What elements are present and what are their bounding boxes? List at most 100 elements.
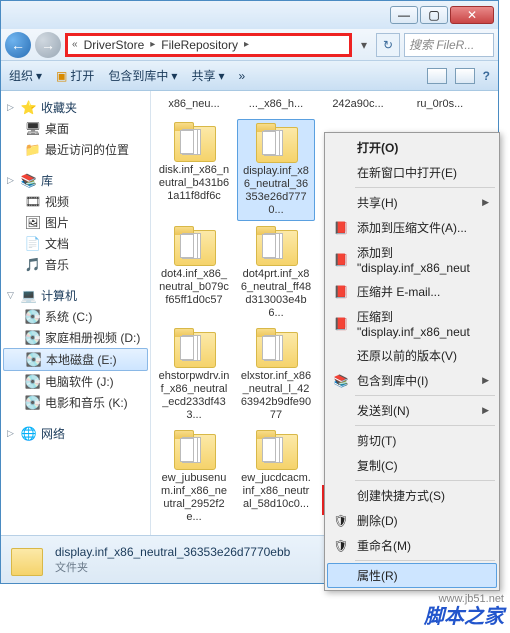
- context-menu-item[interactable]: 🛡 删除(D): [327, 508, 497, 533]
- breadcrumb-box[interactable]: « DriverStore ▸ FileRepository ▸: [65, 33, 352, 57]
- folder-label: ehstorpwdrv.inf_x86_neutral_ecd233df433.…: [158, 370, 230, 422]
- context-menu-item[interactable]: 在新窗口中打开(E): [327, 160, 497, 185]
- folder-item[interactable]: x86_neu...: [155, 95, 233, 115]
- folder-item[interactable]: dot4.inf_x86_neutral_b079cf65ff1d0c57: [155, 223, 233, 323]
- toolbar: 组织 ▾ ▣ 打开 包含到库中 ▾ 共享 ▾ » ?: [1, 61, 498, 91]
- sidebar-computer[interactable]: ▽💻计算机: [3, 285, 148, 306]
- folder-item[interactable]: elxstor.inf_x86_neutral_l_4263942b9dfe90…: [237, 325, 315, 425]
- sidebar-item-drive-c[interactable]: 💽系统 (C:): [3, 306, 148, 327]
- more-toolbar[interactable]: »: [239, 69, 246, 83]
- folder-icon: [9, 542, 45, 578]
- folder-item[interactable]: dot4prt.inf_x86_neutral_ff48d313003e4b6.…: [237, 223, 315, 323]
- context-menu-item[interactable]: 📚包含到库中(I)▶: [327, 368, 497, 393]
- folder-item[interactable]: ehstorpwdrv.inf_x86_neutral_ecd233df433.…: [155, 325, 233, 425]
- video-icon: 🎞: [25, 194, 41, 210]
- folder-label: dot4.inf_x86_neutral_b079cf65ff1d0c57: [158, 268, 230, 307]
- context-menu-item[interactable]: 剪切(T): [327, 428, 497, 453]
- folder-item[interactable]: ew_jubusenum.inf_x86_neutral_2952f2e...: [155, 427, 233, 527]
- menu-label: 复制(C): [357, 457, 398, 474]
- view-icon[interactable]: [427, 68, 447, 84]
- open-button[interactable]: ▣ 打开: [56, 67, 94, 84]
- breadcrumb[interactable]: DriverStore: [82, 38, 147, 52]
- folder-item[interactable]: ru_0r0s...: [401, 95, 479, 115]
- close-button[interactable]: ✕: [450, 6, 494, 24]
- network-icon: 🌐: [21, 426, 37, 442]
- titlebar: — ▢ ✕: [1, 1, 498, 29]
- address-bar: ← → « DriverStore ▸ FileRepository ▸ ▾ ↻…: [1, 29, 498, 61]
- context-menu-item[interactable]: 复制(C): [327, 453, 497, 478]
- folder-icon: [168, 328, 220, 370]
- menu-icon: 📕: [333, 220, 349, 236]
- minimize-button[interactable]: —: [390, 6, 418, 24]
- folder-item[interactable]: disk.inf_x86_neutral_b431b61a11f8df6c: [155, 119, 233, 221]
- menu-label: 压缩并 E-mail...: [357, 283, 440, 300]
- folder-item[interactable]: display.inf_x86_neutral_36353e26d7770...: [237, 119, 315, 221]
- back-button[interactable]: ←: [5, 32, 31, 58]
- refresh-button[interactable]: ↻: [376, 33, 400, 57]
- menu-label: 重命名(M): [357, 537, 411, 554]
- context-menu-item[interactable]: 🛡重命名(M): [327, 533, 497, 558]
- submenu-arrow-icon: ▶: [482, 405, 489, 416]
- menu-label: 还原以前的版本(V): [357, 347, 457, 364]
- breadcrumb[interactable]: FileRepository: [159, 38, 240, 52]
- menu-label: 包含到库中(I): [357, 372, 428, 389]
- context-menu-item[interactable]: 📕添加到压缩文件(A)...: [327, 215, 497, 240]
- context-menu-item[interactable]: 创建快捷方式(S): [327, 483, 497, 508]
- folder-item[interactable]: 242a90c...: [319, 95, 397, 115]
- menu-icon: 📚: [333, 373, 349, 389]
- folder-item[interactable]: ew_jucdcacm.inf_x86_neutral_58d10c0...: [237, 427, 315, 527]
- sidebar-item-pictures[interactable]: 🖼图片: [3, 212, 148, 233]
- sidebar-libraries[interactable]: ▷📚库: [3, 170, 148, 191]
- sidebar-favorites[interactable]: ▷⭐收藏夹: [3, 97, 148, 118]
- menu-icon: 📕: [333, 284, 349, 300]
- menu-label: 打开(O): [357, 139, 398, 156]
- folder-item[interactable]: ..._x86_h...: [237, 95, 315, 115]
- menu-label: 添加到 "display.inf_x86_neut: [357, 244, 489, 275]
- sidebar-item-drive-j[interactable]: 💽电脑软件 (J:): [3, 371, 148, 392]
- address-dropdown[interactable]: ▾: [356, 38, 372, 52]
- sidebar-network[interactable]: ▷🌐网络: [3, 423, 148, 444]
- sidebar-item-videos[interactable]: 🎞视频: [3, 191, 148, 212]
- context-menu-item[interactable]: 发送到(N)▶: [327, 398, 497, 423]
- desktop-icon: 🖥: [25, 121, 41, 137]
- context-menu-item[interactable]: 属性(R): [327, 563, 497, 588]
- folder-label: display.inf_x86_neutral_36353e26d7770...: [241, 165, 311, 217]
- context-menu-item[interactable]: 共享(H)▶: [327, 190, 497, 215]
- menu-icon: 📕: [333, 316, 349, 332]
- organize-menu[interactable]: 组织 ▾: [9, 67, 42, 84]
- search-input[interactable]: 搜索 FileR...: [404, 33, 494, 57]
- submenu-arrow-icon: ▶: [482, 197, 489, 208]
- folder-icon: [250, 328, 302, 370]
- help-icon[interactable]: ?: [483, 69, 490, 83]
- context-menu-item[interactable]: 📕压缩到 "display.inf_x86_neut: [327, 304, 497, 343]
- sidebar-item-drive-d[interactable]: 💽家庭相册视频 (D:): [3, 327, 148, 348]
- menu-label: 删除(D): [357, 512, 398, 529]
- sidebar-item-documents[interactable]: 📄文档: [3, 233, 148, 254]
- forward-button[interactable]: →: [35, 32, 61, 58]
- menu-icon: 🛡: [333, 513, 349, 529]
- preview-icon[interactable]: [455, 68, 475, 84]
- chevron-right-icon: ▸: [244, 39, 249, 50]
- maximize-button[interactable]: ▢: [420, 6, 448, 24]
- drive-icon: 💽: [25, 374, 41, 390]
- status-type: 文件夹: [55, 559, 290, 575]
- library-icon: 📚: [21, 173, 37, 189]
- context-menu-item[interactable]: 还原以前的版本(V): [327, 343, 497, 368]
- include-menu[interactable]: 包含到库中 ▾: [108, 67, 177, 84]
- folder-icon: [168, 430, 220, 472]
- context-menu-item[interactable]: 打开(O): [327, 135, 497, 160]
- context-menu-item[interactable]: 📕添加到 "display.inf_x86_neut: [327, 240, 497, 279]
- sidebar-item-drive-e[interactable]: 💽本地磁盘 (E:): [3, 348, 148, 371]
- status-name: display.inf_x86_neutral_36353e26d7770ebb: [55, 545, 290, 559]
- sidebar-item-drive-k[interactable]: 💽电影和音乐 (K:): [3, 392, 148, 413]
- sidebar-item-music[interactable]: 🎵音乐: [3, 254, 148, 275]
- sidebar-item-recent[interactable]: 📁最近访问的位置: [3, 139, 148, 160]
- folder-label: ew_jucdcacm.inf_x86_neutral_58d10c0...: [240, 472, 312, 511]
- context-menu: 打开(O)在新窗口中打开(E)共享(H)▶📕添加到压缩文件(A)...📕添加到 …: [324, 132, 500, 591]
- folder-label: elxstor.inf_x86_neutral_l_4263942b9dfe90…: [240, 370, 312, 422]
- context-menu-item[interactable]: 📕 压缩并 E-mail...: [327, 279, 497, 304]
- sidebar-item-desktop[interactable]: 🖥桌面: [3, 118, 148, 139]
- drive-icon: 💽: [26, 352, 42, 368]
- share-menu[interactable]: 共享 ▾: [191, 67, 224, 84]
- computer-icon: 💻: [21, 288, 37, 304]
